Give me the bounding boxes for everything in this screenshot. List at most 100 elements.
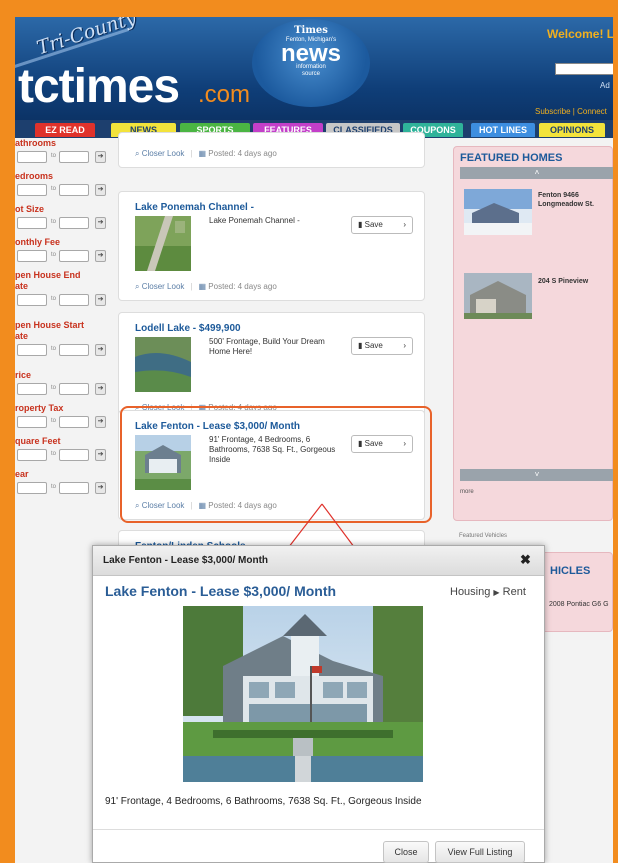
featured-homes-panel: FEATURED HOMES ˄ Fenton 9466 Longmeadow …	[453, 146, 613, 521]
subcategory-link[interactable]: Rent	[503, 586, 526, 598]
filter-min-input[interactable]	[17, 217, 47, 229]
filter-max-input[interactable]	[59, 151, 89, 163]
filter-min-input[interactable]	[17, 344, 47, 356]
listing-card[interactable]: Lake Ponemah Channel - Lake Ponemah Chan…	[118, 191, 425, 301]
tab-hot-lines[interactable]: HOT LINES	[471, 123, 535, 137]
filter-max-input[interactable]	[59, 416, 89, 428]
filter-min-input[interactable]	[17, 383, 47, 395]
save-label: Save	[364, 341, 383, 350]
filter-label: pen House End ate	[15, 270, 81, 291]
arrow-right-icon[interactable]: ➔	[95, 184, 106, 196]
close-button[interactable]: Close	[383, 841, 429, 863]
filter-min-input[interactable]	[17, 184, 47, 196]
arrow-right-icon[interactable]: ➔	[95, 449, 106, 461]
filter-range: to ➔	[17, 383, 115, 395]
magnifier-icon: ⌕	[135, 149, 140, 158]
arrow-right-icon[interactable]: ➔	[95, 250, 106, 262]
filter-max-input[interactable]	[59, 250, 89, 262]
filter-max-input[interactable]	[59, 184, 89, 196]
save-button[interactable]: ▮ Save ›	[351, 216, 413, 234]
chevron-up-icon: ˄	[534, 168, 540, 177]
scroll-down-button[interactable]: ˅	[460, 469, 613, 481]
filter-min-input[interactable]	[17, 151, 47, 163]
filter-max-input[interactable]	[59, 294, 89, 306]
breadcrumb: Housing ▶ Rent	[450, 586, 526, 598]
modal-header: Lake Fenton - Lease $3,000/ Month ✖	[93, 546, 544, 576]
filter-min-input[interactable]	[17, 250, 47, 262]
listing-description: Lake Ponemah Channel -	[209, 216, 300, 225]
listing-meta: ⌕ Closer Look | ▦ Posted: 4 days ago	[135, 149, 277, 158]
to-label: to	[51, 296, 57, 302]
vehicle-item[interactable]: 2008 Pontiac G6 G	[549, 601, 609, 608]
featured-more-link[interactable]: more	[460, 489, 474, 495]
tab-featured-vehicles[interactable]: Featured Vehicles	[455, 526, 525, 546]
save-label: Save	[364, 220, 383, 229]
featured-home-label[interactable]: 204 S Pineview	[538, 277, 588, 286]
closer-look-link[interactable]: Closer Look	[142, 149, 185, 158]
scroll-up-button[interactable]: ˄	[460, 167, 613, 179]
listing-thumbnail[interactable]	[135, 337, 191, 392]
site-logo-suffix: .com	[198, 81, 251, 108]
filter-max-input[interactable]	[59, 449, 89, 461]
arrow-right-icon[interactable]: ➔	[95, 482, 106, 494]
arrow-right-icon[interactable]: ➔	[95, 294, 106, 306]
posted-date: Posted: 4 days ago	[208, 282, 277, 291]
tab-ez-read[interactable]: EZ READ	[35, 123, 95, 137]
listing-modal: Lake Fenton - Lease $3,000/ Month ✖ Lake…	[92, 545, 545, 863]
filter-min-input[interactable]	[17, 416, 47, 428]
featured-home-image[interactable]	[464, 189, 532, 235]
chevron-down-icon: ˅	[534, 470, 540, 479]
site-header: Tri-County tctimes .com Times Fenton, Mi…	[15, 17, 613, 120]
filter-range: to ➔	[17, 449, 115, 461]
to-label: to	[51, 252, 57, 258]
site-logo[interactable]: tctimes	[18, 59, 180, 114]
featured-home-image[interactable]	[464, 273, 532, 319]
filter-label: ot Size	[15, 204, 45, 214]
bookmark-icon: ▮	[358, 341, 363, 350]
featured-homes-title: FEATURED HOMES	[460, 152, 563, 164]
filter-max-input[interactable]	[59, 482, 89, 494]
welcome-login[interactable]: Welcome! Lo	[547, 27, 613, 41]
calendar-icon: ▦	[198, 149, 207, 158]
filter-min-input[interactable]	[17, 294, 47, 306]
bookmark-icon: ▮	[358, 220, 363, 229]
arrow-right-icon[interactable]: ➔	[95, 344, 106, 356]
closer-look-link[interactable]: Closer Look	[142, 282, 185, 291]
arrow-right-icon[interactable]: ➔	[95, 151, 106, 163]
selected-listing-highlight	[120, 406, 432, 523]
news-badge: Times Fenton, Michigan's news informatio…	[252, 19, 370, 107]
filter-label: rice	[15, 370, 32, 380]
filter-range: to ➔	[17, 416, 115, 428]
filter-label: edrooms	[15, 171, 54, 181]
featured-home-label[interactable]: Fenton 9466 Longmeadow St.	[538, 191, 594, 209]
calendar-icon: ▦	[198, 282, 207, 291]
magnifier-icon: ⌕	[135, 282, 140, 291]
listing-thumbnail[interactable]	[135, 216, 191, 271]
search-input[interactable]	[555, 63, 613, 75]
view-full-listing-button[interactable]: View Full Listing	[435, 841, 525, 863]
arrow-right-icon[interactable]: ➔	[95, 416, 106, 428]
category-link[interactable]: Housing	[450, 586, 490, 598]
subscribe-connect-links[interactable]: Subscribe | Connect	[535, 107, 607, 116]
close-icon[interactable]: ✖	[520, 552, 531, 568]
chevron-right-icon: ›	[403, 341, 406, 350]
badge-source: source	[301, 71, 320, 77]
listing-photo	[183, 606, 423, 782]
save-button[interactable]: ▮ Save ›	[351, 337, 413, 355]
filter-min-input[interactable]	[17, 482, 47, 494]
featured-vehicles-title: HICLES	[550, 565, 591, 577]
modal-footer: Close View Full Listing	[93, 829, 544, 863]
filter-max-input[interactable]	[59, 344, 89, 356]
listing-title[interactable]: Lake Ponemah Channel -	[135, 202, 254, 213]
arrow-right-icon[interactable]: ➔	[95, 217, 106, 229]
filter-min-input[interactable]	[17, 449, 47, 461]
to-label: to	[51, 186, 57, 192]
listing-title[interactable]: Lodell Lake - $499,900	[135, 323, 241, 334]
tab-opinions[interactable]: OPINIONS	[539, 123, 605, 137]
arrow-right-icon[interactable]: ➔	[95, 383, 106, 395]
filter-max-input[interactable]	[59, 383, 89, 395]
chevron-right-icon: ›	[403, 220, 406, 229]
to-label: to	[51, 451, 57, 457]
filter-label: pen House Start ate	[15, 320, 85, 341]
filter-max-input[interactable]	[59, 217, 89, 229]
